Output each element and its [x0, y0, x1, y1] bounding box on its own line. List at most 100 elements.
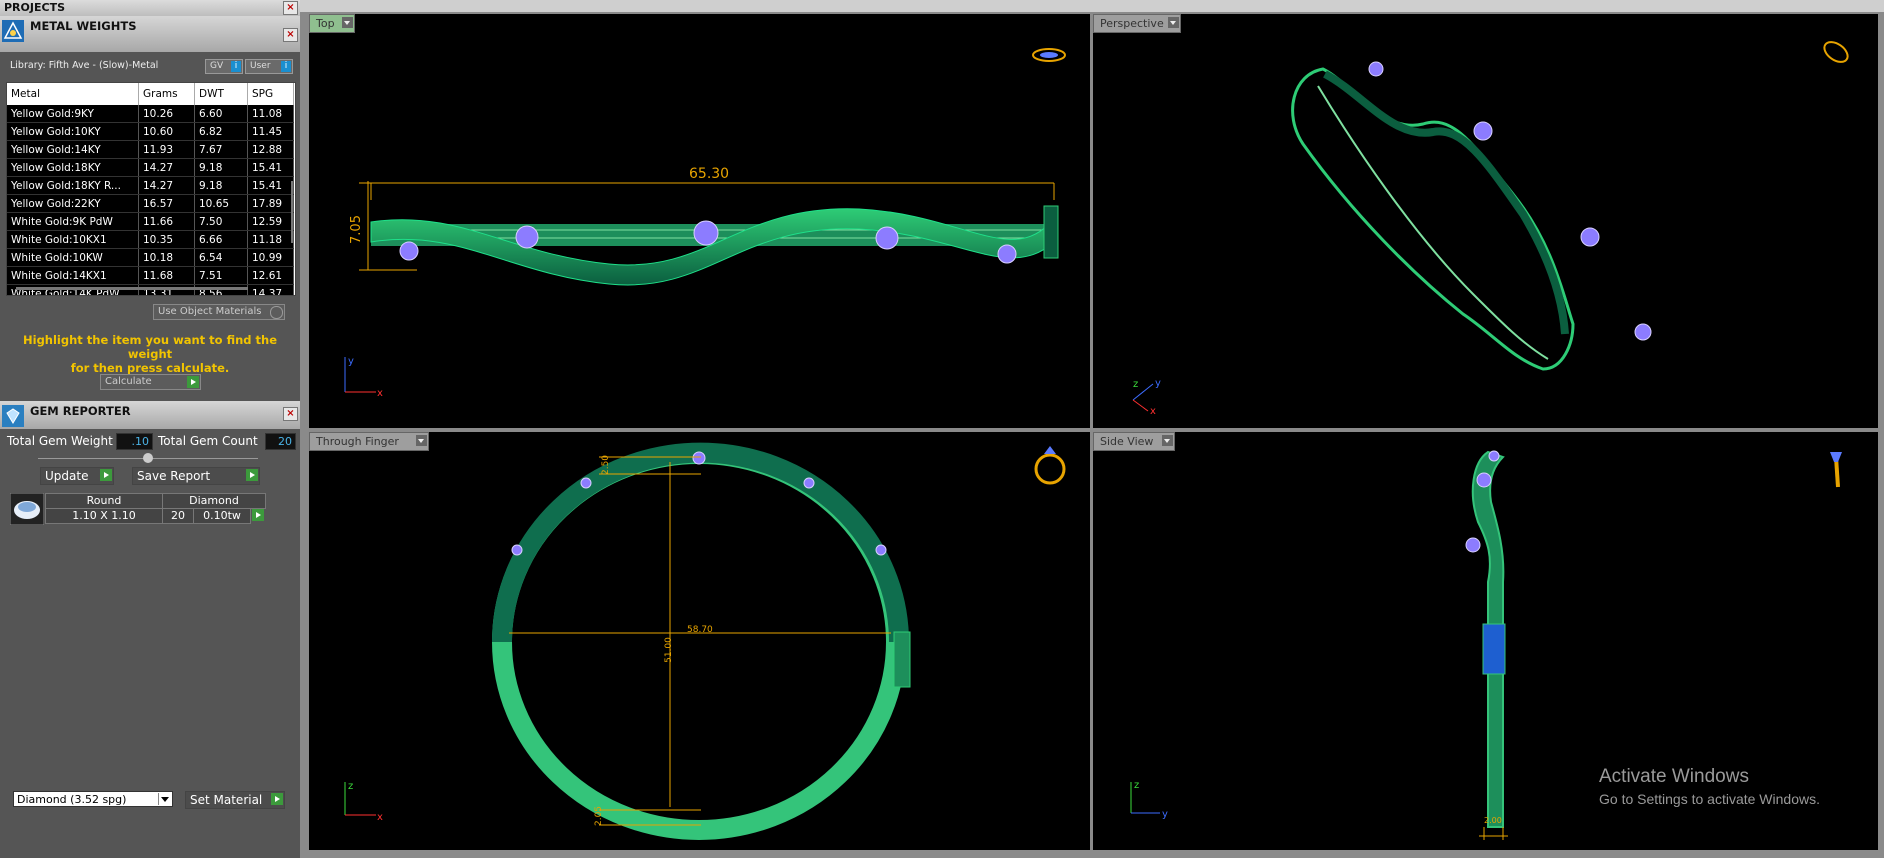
metal-cell: White Gold:14KX1 [7, 266, 139, 285]
metal-row[interactable]: White Gold:9K PdW 11.66 7.50 12.59 [7, 212, 294, 231]
metal-cell: 7.50 [194, 212, 248, 231]
viewport-perspective[interactable]: Perspective y z x [1093, 14, 1878, 428]
watermark-line-1: Activate Windows [1599, 766, 1749, 787]
metal-cell: 14.27 [138, 176, 195, 195]
gem-type-cell: Diamond [162, 493, 266, 509]
radio-icon [270, 306, 283, 319]
gem-reporter-close-icon[interactable]: × [283, 407, 298, 421]
set-material-label: Set Material [190, 793, 263, 807]
save-report-button[interactable]: Save Report [132, 467, 260, 485]
metal-cell: Yellow Gold:18KY R... [7, 176, 139, 195]
gem-count-cell: 20 [162, 508, 194, 524]
metal-cell: 16.57 [138, 194, 195, 213]
dim-finger-h: 51.00 [663, 637, 674, 663]
play-icon [271, 793, 283, 805]
metal-row[interactable]: Yellow Gold:18KY R... 14.27 9.18 15.41 [7, 176, 294, 195]
metal-cell: 6.54 [194, 248, 248, 267]
total-gem-count-value: 20 [265, 433, 296, 450]
metal-row[interactable]: Yellow Gold:22KY 16.57 10.65 17.89 [7, 194, 294, 213]
metal-table[interactable]: Metal Grams DWT SPG Yellow Gold:9KY 10.26… [6, 82, 296, 296]
side-axis-z: z [1134, 780, 1139, 791]
ring-finger-icon[interactable] [1034, 453, 1066, 485]
viewport-top[interactable]: Top y x 65.30 7.05 [309, 14, 1090, 428]
metal-weights-close-icon[interactable]: × [283, 28, 298, 42]
total-gem-weight-label: Total Gem Weight [7, 434, 113, 448]
total-gem-weight-value: .10 [116, 433, 153, 450]
metal-weights-title: METAL WEIGHTS [30, 19, 137, 33]
gem-reporter-header: GEM REPORTER × [0, 401, 300, 429]
gem-row-play-icon[interactable] [252, 509, 264, 521]
metal-cell: Yellow Gold:18KY [7, 158, 139, 177]
metal-row[interactable]: Yellow Gold:18KY 14.27 9.18 15.41 [7, 158, 294, 177]
metal-cell: 10.60 [138, 122, 195, 141]
metal-table-vscroll[interactable] [291, 181, 293, 243]
dim-height: 7.05 [348, 215, 364, 244]
side-canvas: z y [1130, 450, 1842, 840]
gem-tw-cell: 0.10tw [193, 508, 251, 524]
metal-cell: 10.99 [247, 248, 294, 267]
dim-finger-a: 2.50 [601, 454, 612, 476]
col-grams[interactable]: Grams [138, 83, 195, 105]
metal-cell: 9.18 [194, 158, 248, 177]
set-material-button[interactable]: Set Material [185, 791, 285, 809]
metal-row[interactable]: White Gold:14KX1 11.68 7.51 12.61 [7, 266, 294, 285]
metal-cell: 10.65 [194, 194, 248, 213]
update-button[interactable]: Update [40, 467, 114, 485]
material-select[interactable]: Diamond (3.52 spg) [13, 791, 173, 807]
play-icon [187, 376, 199, 388]
projects-titlebar: PROJECTS × [0, 0, 300, 17]
dim-width: 65.30 [689, 166, 730, 182]
metal-cell: Yellow Gold:9KY [7, 105, 139, 123]
viewport-finger[interactable]: Through Finger z x 58.70 51.00 2.50 2.05 [309, 432, 1090, 850]
metal-cell: 11.66 [138, 212, 195, 231]
persp-axis-y: y [1155, 378, 1161, 389]
metal-cell: 6.66 [194, 230, 248, 249]
calculate-button[interactable]: Calculate [100, 374, 201, 390]
dim-side: 2.00 [1484, 816, 1502, 825]
user-button[interactable]: User i [245, 59, 293, 74]
use-object-materials-label: Use Object Materials [158, 306, 262, 317]
metal-cell: 11.08 [247, 105, 294, 123]
play-icon [100, 469, 112, 481]
metal-row[interactable]: Yellow Gold:9KY 10.26 6.60 11.08 [7, 105, 294, 123]
round-gem-icon [10, 493, 44, 525]
gem-table[interactable]: Round Diamond 1.10 X 1.10 20 0.10tw [8, 493, 266, 525]
metal-row[interactable]: Yellow Gold:10KY 10.60 6.82 11.45 [7, 122, 294, 141]
metal-cell: Yellow Gold:10KY [7, 122, 139, 141]
gem-reporter-icon [2, 405, 24, 427]
metal-cell: White Gold:10KX1 [7, 230, 139, 249]
total-gem-count-label: Total Gem Count [158, 434, 258, 448]
projects-close-icon[interactable]: × [283, 1, 298, 15]
finger-axis-z: z [348, 781, 353, 792]
metal-row[interactable]: White Gold:10KW 10.18 6.54 10.99 [7, 248, 294, 267]
metal-row[interactable]: Yellow Gold:14KY 11.93 7.67 12.88 [7, 140, 294, 159]
metal-cell: 11.18 [247, 230, 294, 249]
metal-cell: 10.35 [138, 230, 195, 249]
user-button-label: User [250, 61, 271, 71]
metal-table-header: Metal Grams DWT SPG [7, 83, 294, 105]
metal-cell: 7.67 [194, 140, 248, 159]
splitter-handle[interactable] [143, 453, 153, 463]
viewport-side[interactable]: Side View z y 2.00 [1093, 432, 1878, 850]
metal-cell: Yellow Gold:22KY [7, 194, 139, 213]
col-metal[interactable]: Metal [7, 83, 139, 105]
finger-canvas: z x [344, 442, 1066, 840]
watermark-line-2: Go to Settings to activate Windows. [1599, 791, 1820, 807]
gv-button[interactable]: GV i [205, 59, 243, 74]
metal-cell: 11.45 [247, 122, 294, 141]
persp-axis-z: z [1133, 379, 1138, 390]
metal-cell: 15.41 [247, 176, 294, 195]
gem-shape-cell: Round [45, 493, 163, 509]
metal-cell: 6.82 [194, 122, 248, 141]
col-spg[interactable]: SPG [247, 83, 294, 105]
ring-perspective-icon[interactable] [1821, 38, 1851, 66]
projects-title: PROJECTS [4, 1, 65, 14]
top-view-canvas: y x [344, 48, 1066, 399]
metal-row[interactable]: White Gold:10KX1 10.35 6.66 11.18 [7, 230, 294, 249]
gv-button-label: GV [210, 61, 224, 71]
col-dwt[interactable]: DWT [194, 83, 248, 105]
material-select-value: Diamond (3.52 spg) [17, 793, 127, 806]
metal-table-hscroll[interactable] [16, 287, 248, 290]
use-object-materials-toggle[interactable]: Use Object Materials [153, 304, 285, 320]
gem-reporter-title: GEM REPORTER [30, 404, 131, 418]
